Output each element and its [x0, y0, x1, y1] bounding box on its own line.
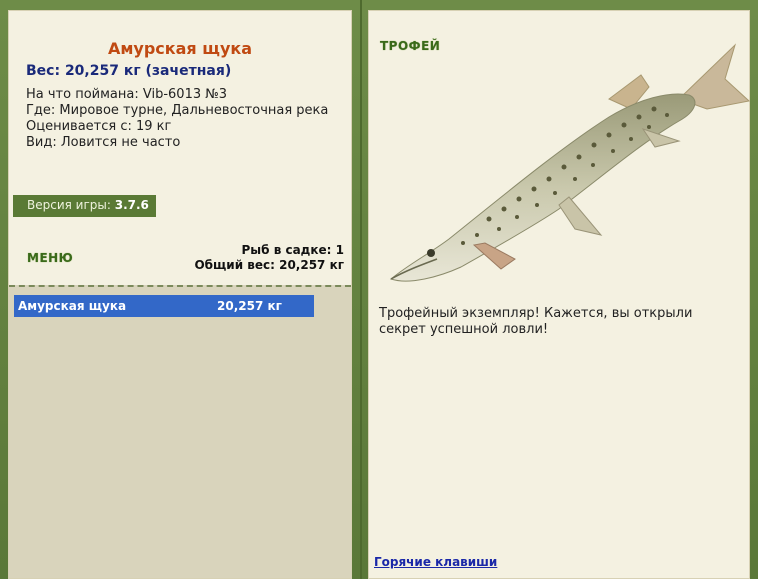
trophy-description: Трофейный экземпляр! Кажется, вы открыли… — [379, 306, 693, 337]
total-weight: Общий вес: 20,257 кг — [194, 258, 344, 272]
hotkeys-link[interactable]: Горячие клавиши — [374, 555, 497, 569]
catch-item-name: Амурская щука — [18, 299, 127, 313]
catch-list-item[interactable]: Амурская щука 20,257 кг — [14, 295, 314, 317]
rarity-info: Вид: Ловится не часто — [26, 135, 181, 150]
version-label: Версия игры: — [27, 198, 115, 212]
version-bar: Версия игры: 3.7.6 — [13, 195, 156, 217]
fish-count: Рыб в садке: 1 — [241, 243, 345, 257]
trophy-label: ТРОФЕЙ — [380, 39, 441, 53]
fish-name-title: Амурская щука — [107, 39, 253, 58]
location-info: Где: Мировое турне, Дальневосточная река — [26, 103, 329, 118]
trophy-panel: ТРОФЕЙ Трофейный экземпляр! Кажется, вы … — [368, 10, 751, 579]
catch-item-weight: 20,257 кг — [217, 299, 282, 313]
amur-pike-fish-icon — [389, 43, 751, 282]
catch-info-panel: Амурская щука Вес: 20,257 кг (зачетная) … — [8, 10, 352, 579]
version-value: 3.7.6 — [114, 198, 149, 212]
fish-weight: Вес: 20,257 кг (зачетная) — [26, 63, 232, 79]
catch-list: Амурская щука 20,257 кг — [9, 285, 351, 578]
menu-button[interactable]: МЕНЮ — [27, 251, 73, 265]
bait-info: На что поймана: Vib-6013 №3 — [26, 87, 228, 102]
rated-from-info: Оценивается с: 19 кг — [26, 119, 172, 134]
